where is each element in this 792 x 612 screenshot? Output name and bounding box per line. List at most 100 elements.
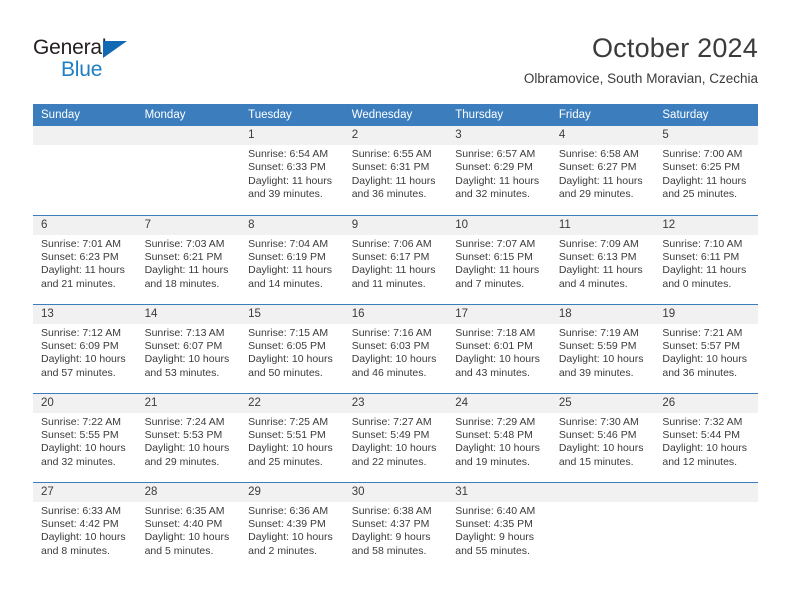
daylight-duration-line1: Daylight: 10 hours [455, 442, 540, 455]
calendar-day-cell[interactable]: 20 Sunrise: 7:22 AM Sunset: 5:55 PM Dayligh… [33, 392, 137, 482]
day-details: Sunrise: 6:57 AM Sunset: 6:29 PM Daylight:… [447, 145, 551, 202]
daylight-duration-line1: Daylight: 10 hours [144, 442, 230, 455]
calendar-day-cell[interactable]: 17 Sunrise: 7:18 AM Sunset: 6:01 PM Dayligh… [447, 303, 551, 393]
day-number: 31 [447, 482, 551, 502]
sunset-time: Sunset: 6:23 PM [41, 250, 119, 263]
day-number: 6 [33, 215, 137, 235]
sunset-time: Sunset: 5:59 PM [558, 339, 637, 352]
calendar-day-cell[interactable]: 3 Sunrise: 6:57 AM Sunset: 6:29 PM Daylight… [447, 126, 551, 215]
day-number: 18 [550, 304, 655, 324]
daylight-duration-line1: Daylight: 10 hours [662, 353, 748, 366]
sunrise-time: Sunrise: 7:10 AM [662, 237, 743, 250]
calendar-day-cell[interactable]: 13 Sunrise: 7:12 AM Sunset: 6:09 PM Dayligh… [33, 303, 137, 393]
sunrise-time: Sunrise: 7:04 AM [248, 237, 329, 250]
daylight-duration-line2: and 15 minutes. [558, 455, 634, 468]
sunset-time: Sunset: 5:55 PM [41, 428, 119, 441]
sunrise-time: Sunrise: 6:57 AM [455, 148, 536, 160]
sunrise-time: Sunrise: 7:03 AM [144, 237, 225, 250]
day-number: 20 [33, 393, 137, 413]
calendar-day-cell[interactable]: 27 Sunrise: 6:33 AM Sunset: 4:42 PM Dayligh… [33, 481, 137, 571]
day-number: 21 [136, 393, 241, 413]
calendar-week-row: 13 Sunrise: 7:12 AM Sunset: 6:09 PM Dayligh… [33, 303, 758, 393]
day-number [136, 126, 241, 145]
calendar-day-cell[interactable]: 6 Sunrise: 7:01 AM Sunset: 6:23 PM Daylight… [33, 214, 137, 304]
daylight-duration-line1: Daylight: 11 hours [144, 264, 229, 277]
daylight-duration-line2: and 57 minutes. [41, 366, 116, 379]
daylight-duration-line1: Daylight: 11 hours [558, 264, 643, 277]
calendar-day-cell[interactable]: 7 Sunrise: 7:03 AM Sunset: 6:21 PM Daylight… [136, 214, 241, 304]
calendar-grid-container: Sunday Monday Tuesday Wednesday Thursday… [33, 104, 758, 571]
sunrise-time: Sunrise: 6:33 AM [41, 504, 121, 517]
weekday-header-row: Sunday Monday Tuesday Wednesday Thursday… [33, 104, 758, 126]
calendar-day-cell[interactable]: 29 Sunrise: 6:36 AM Sunset: 4:39 PM Dayligh… [240, 481, 344, 571]
calendar-day-cell[interactable]: 25 Sunrise: 7:30 AM Sunset: 5:46 PM Dayligh… [550, 392, 655, 482]
calendar-day-cell[interactable]: 11 Sunrise: 7:09 AM Sunset: 6:13 PM Dayligh… [550, 214, 655, 304]
day-details [654, 502, 758, 505]
calendar-day-cell[interactable]: 16 Sunrise: 7:16 AM Sunset: 6:03 PM Dayligh… [343, 303, 448, 393]
daylight-duration-line2: and 4 minutes. [558, 277, 628, 290]
day-details: Sunrise: 6:38 AM Sunset: 4:37 PM Daylight:… [344, 502, 448, 559]
daylight-duration-line1: Daylight: 11 hours [662, 264, 747, 277]
calendar-day-cell[interactable]: 12 Sunrise: 7:10 AM Sunset: 6:11 PM Dayligh… [654, 214, 758, 304]
daylight-duration-line1: Daylight: 11 hours [351, 264, 436, 277]
calendar-day-cell[interactable]: 9 Sunrise: 7:06 AM Sunset: 6:17 PM Daylight… [343, 214, 448, 304]
sunrise-time: Sunrise: 7:24 AM [144, 415, 225, 428]
calendar-table: Sunday Monday Tuesday Wednesday Thursday… [33, 104, 758, 571]
calendar-day-cell[interactable]: 23 Sunrise: 7:27 AM Sunset: 5:49 PM Dayligh… [343, 392, 448, 482]
calendar-day-cell[interactable]: 21 Sunrise: 7:24 AM Sunset: 5:53 PM Dayligh… [136, 392, 241, 482]
sunset-time: Sunset: 5:46 PM [558, 428, 637, 441]
day-number: 3 [447, 126, 551, 145]
calendar-day-cell[interactable]: 4 Sunrise: 6:58 AM Sunset: 6:27 PM Daylight… [550, 126, 655, 215]
sunrise-time: Sunrise: 7:32 AM [662, 415, 743, 428]
daylight-duration-line2: and 7 minutes. [455, 277, 525, 290]
day-details: Sunrise: 7:25 AM Sunset: 5:51 PM Daylight:… [240, 413, 344, 470]
daylight-duration-line2: and 39 minutes. [248, 188, 323, 201]
sunrise-time: Sunrise: 7:13 AM [144, 326, 225, 339]
calendar-day-cell[interactable]: 26 Sunrise: 7:32 AM Sunset: 5:44 PM Dayligh… [654, 392, 758, 482]
sunset-time: Sunset: 6:03 PM [351, 339, 430, 352]
calendar-day-cell[interactable]: 28 Sunrise: 6:35 AM Sunset: 4:40 PM Dayligh… [136, 481, 241, 571]
day-details: Sunrise: 7:10 AM Sunset: 6:11 PM Daylight:… [654, 235, 758, 292]
calendar-day-cell[interactable]: 1 Sunrise: 6:54 AM Sunset: 6:33 PM Daylight… [240, 126, 344, 215]
calendar-day-cell[interactable]: 15 Sunrise: 7:15 AM Sunset: 6:05 PM Dayligh… [240, 303, 344, 393]
sunrise-time: Sunrise: 7:15 AM [248, 326, 329, 339]
day-number: 16 [343, 304, 448, 324]
sunset-time: Sunset: 6:31 PM [351, 161, 430, 174]
day-number: 8 [240, 215, 344, 235]
calendar-day-cell[interactable]: 22 Sunrise: 7:25 AM Sunset: 5:51 PM Dayligh… [240, 392, 344, 482]
daylight-duration-line2: and 43 minutes. [455, 366, 530, 379]
logo-text-blue: Blue [61, 58, 103, 81]
calendar-day-cell-empty [550, 481, 655, 571]
daylight-duration-line2: and 12 minutes. [662, 455, 738, 468]
daylight-duration-line1: Daylight: 11 hours [41, 264, 125, 277]
sunrise-time: Sunrise: 6:54 AM [248, 148, 329, 160]
calendar-day-cell[interactable]: 19 Sunrise: 7:21 AM Sunset: 5:57 PM Dayligh… [654, 303, 758, 393]
sunset-time: Sunset: 4:35 PM [455, 517, 533, 530]
day-number: 30 [343, 482, 448, 502]
daylight-duration-line1: Daylight: 11 hours [248, 174, 332, 187]
sunset-time: Sunset: 5:48 PM [455, 428, 533, 441]
weekday-header-thursday: Thursday [447, 104, 551, 126]
sunset-time: Sunset: 6:29 PM [455, 161, 533, 174]
calendar-week-row: 6 Sunrise: 7:01 AM Sunset: 6:23 PM Daylight… [33, 214, 758, 304]
daylight-duration-line2: and 2 minutes. [248, 544, 318, 557]
sunset-time: Sunset: 5:44 PM [662, 428, 741, 441]
calendar-day-cell[interactable]: 24 Sunrise: 7:29 AM Sunset: 5:48 PM Dayligh… [447, 392, 551, 482]
calendar-day-cell[interactable]: 10 Sunrise: 7:07 AM Sunset: 6:15 PM Dayligh… [447, 214, 551, 304]
daylight-duration-line1: Daylight: 11 hours [351, 174, 436, 187]
day-details: Sunrise: 7:04 AM Sunset: 6:19 PM Daylight:… [240, 235, 344, 292]
day-number: 2 [343, 126, 448, 145]
daylight-duration-line2: and 32 minutes. [455, 188, 530, 201]
day-details [551, 502, 655, 505]
day-details: Sunrise: 7:09 AM Sunset: 6:13 PM Daylight:… [551, 235, 655, 292]
daylight-duration-line1: Daylight: 9 hours [455, 531, 535, 544]
calendar-day-cell[interactable]: 31 Sunrise: 6:40 AM Sunset: 4:35 PM Dayligh… [447, 481, 551, 571]
calendar-day-cell[interactable]: 5 Sunrise: 7:00 AM Sunset: 6:25 PM Daylight… [654, 126, 758, 215]
calendar-header-row-group: Sunday Monday Tuesday Wednesday Thursday… [33, 104, 758, 126]
calendar-day-cell[interactable]: 14 Sunrise: 7:13 AM Sunset: 6:07 PM Dayligh… [136, 303, 241, 393]
calendar-day-cell[interactable]: 2 Sunrise: 6:55 AM Sunset: 6:31 PM Daylight… [343, 126, 448, 215]
day-details: Sunrise: 7:12 AM Sunset: 6:09 PM Daylight:… [33, 324, 137, 381]
calendar-day-cell[interactable]: 30 Sunrise: 6:38 AM Sunset: 4:37 PM Dayligh… [343, 481, 448, 571]
calendar-day-cell[interactable]: 8 Sunrise: 7:04 AM Sunset: 6:19 PM Daylight… [240, 214, 344, 304]
calendar-day-cell[interactable]: 18 Sunrise: 7:19 AM Sunset: 5:59 PM Dayligh… [550, 303, 655, 393]
